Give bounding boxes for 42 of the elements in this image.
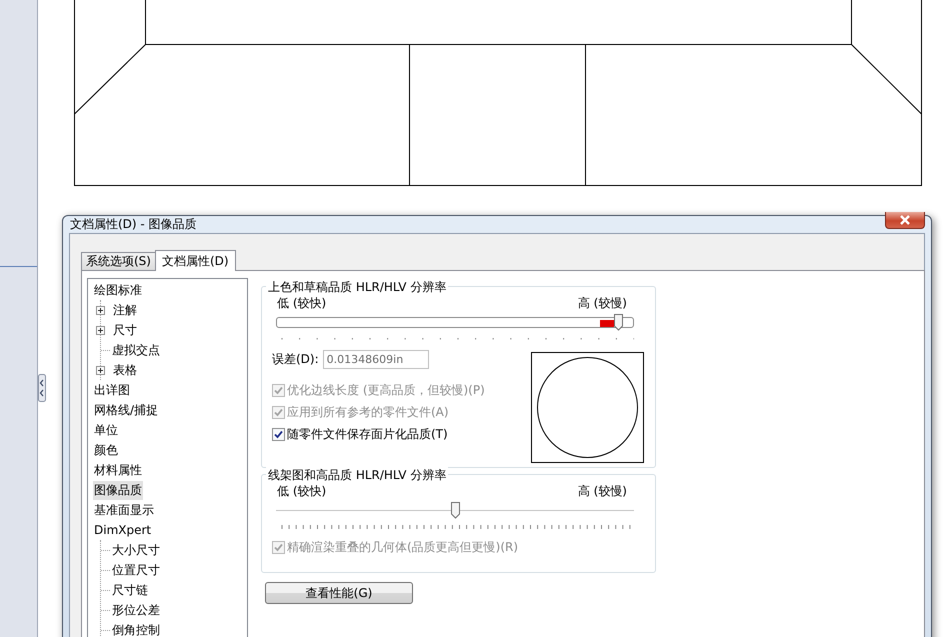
- tree-item[interactable]: 基准面显示: [93, 500, 155, 520]
- view-performance-button[interactable]: 查看性能(G): [265, 582, 413, 604]
- tree-item[interactable]: 形位公差: [111, 600, 161, 620]
- tree-item[interactable]: 网格线/捕捉: [93, 400, 160, 420]
- slider-high-label: 高 (较慢): [578, 483, 627, 500]
- checkbox-label: 优化边线长度 (更高品质，但较慢)(P): [287, 382, 485, 398]
- tree-item[interactable]: 图像品质: [93, 480, 143, 500]
- tree-item[interactable]: 虚拟交点: [111, 340, 161, 360]
- tree-item[interactable]: 位置尺寸: [111, 560, 161, 580]
- close-icon: [899, 215, 911, 225]
- tree-item[interactable]: 尺寸: [112, 320, 138, 340]
- slider-high-label: 高 (较慢): [578, 295, 627, 312]
- checkbox-label: 精确渲染重叠的几何体(品质更高但更慢)(R): [287, 538, 518, 556]
- expand-icon[interactable]: [96, 306, 105, 314]
- tab[interactable]: 系统选项(S): [81, 252, 156, 270]
- tree-item[interactable]: 颜色: [93, 440, 119, 460]
- splitter-handle-icon[interactable]: [38, 374, 46, 402]
- checkbox-label: 随零件文件保存面片化品质(T): [287, 426, 448, 442]
- tree-item[interactable]: 尺寸链: [111, 580, 149, 600]
- window-title: 文档属性(D) - 图像品质: [69, 216, 197, 233]
- slider-thumb[interactable]: [450, 501, 460, 519]
- tree-item[interactable]: DimXpert: [93, 522, 152, 538]
- tolerance-label: 误差(D):: [272, 351, 319, 368]
- tree-item[interactable]: 表格: [112, 360, 138, 380]
- slider-low-label: 低 (较快): [277, 483, 326, 500]
- tree-item[interactable]: 材料属性: [93, 460, 143, 480]
- slider-low-label: 低 (较快): [277, 295, 326, 312]
- checkbox-label: 应用到所有参考的零件文件(A): [287, 404, 449, 420]
- slider-thumb[interactable]: [612, 313, 624, 331]
- tree-item[interactable]: 注解: [112, 300, 138, 320]
- tree-item[interactable]: 倒角控制: [111, 620, 161, 637]
- checkbox[interactable]: [272, 428, 285, 440]
- tree-item[interactable]: 绘图标准: [93, 280, 143, 300]
- close-button[interactable]: [885, 212, 925, 229]
- tree-item[interactable]: 单位: [93, 420, 119, 440]
- expand-icon[interactable]: [96, 366, 105, 374]
- group-title: 线架图和高品质 HLR/HLV 分辨率: [266, 467, 448, 484]
- expand-icon[interactable]: [96, 326, 105, 334]
- tab[interactable]: 文档属性(D): [154, 250, 236, 271]
- tree-item[interactable]: 大小尺寸: [111, 540, 161, 560]
- group-title: 上色和草稿品质 HLR/HLV 分辨率: [266, 279, 448, 296]
- tree-item[interactable]: 出详图: [93, 380, 131, 400]
